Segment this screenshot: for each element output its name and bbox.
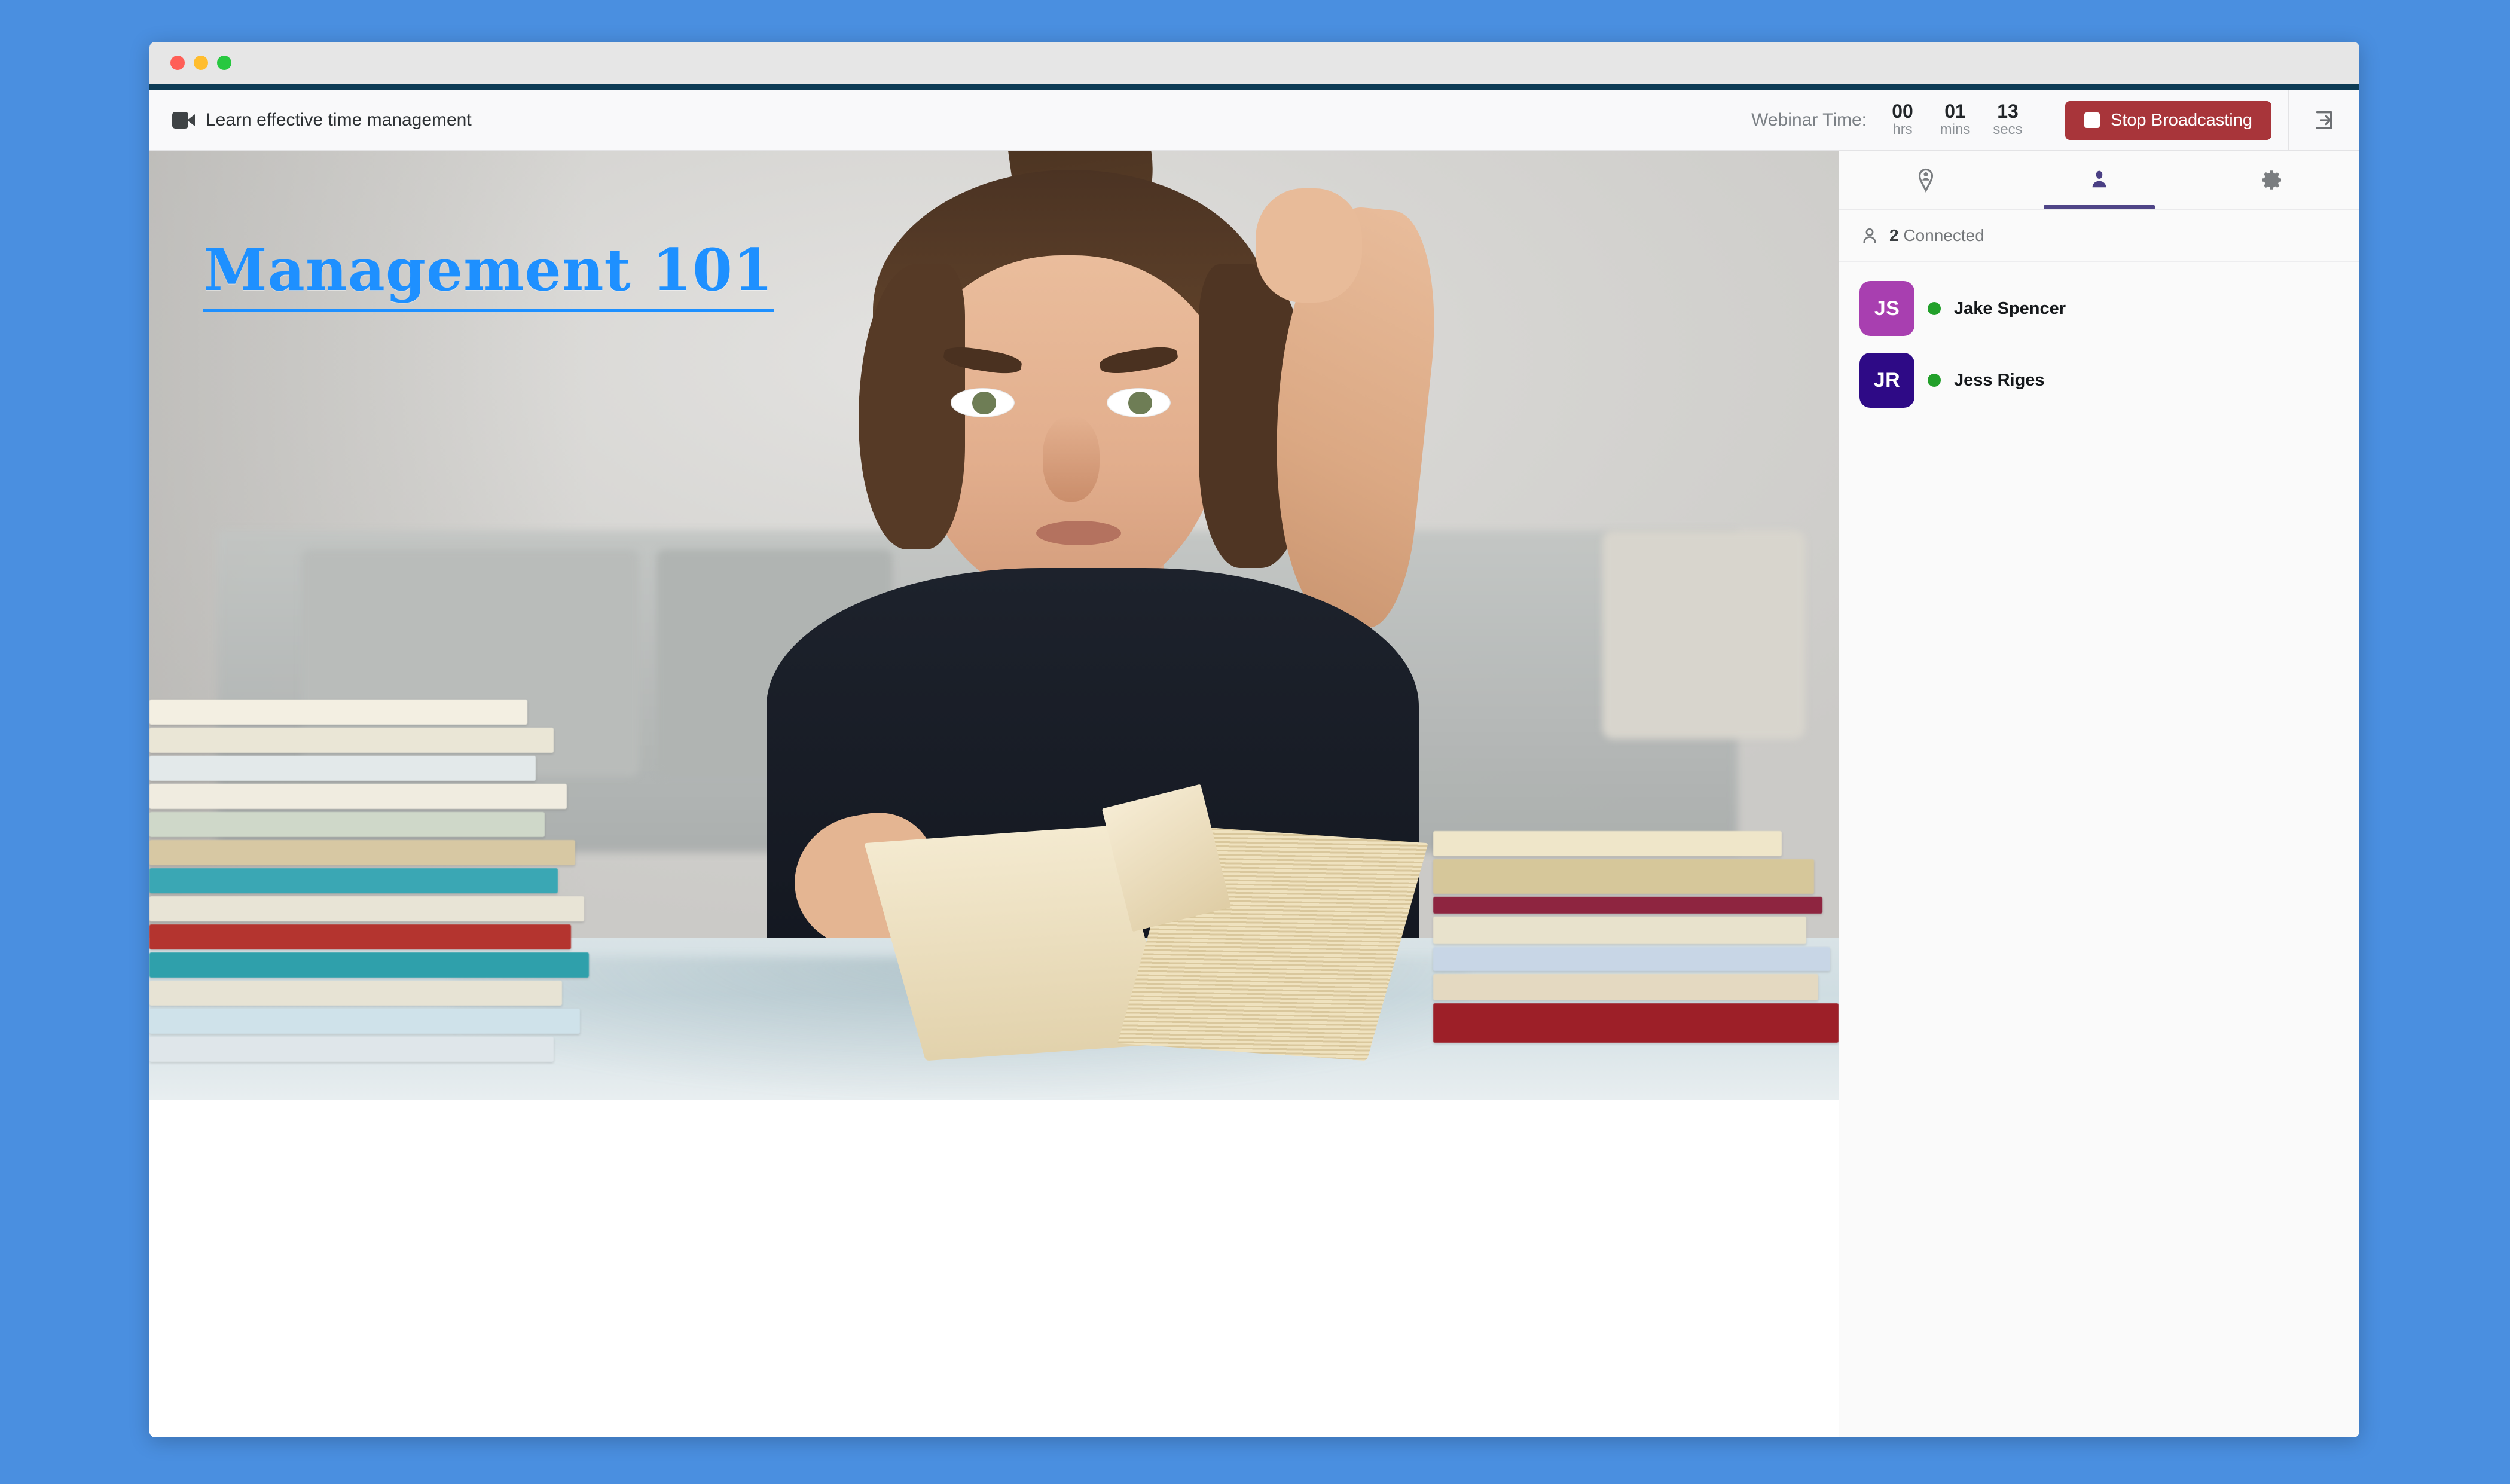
tab-profile[interactable]	[1839, 151, 2013, 209]
person-icon	[2092, 170, 2106, 188]
stop-square-icon	[2084, 112, 2100, 128]
participant-name: Jess Riges	[1954, 370, 2045, 390]
timer-seconds-unit: secs	[1993, 121, 2023, 138]
accent-strip	[149, 84, 2359, 90]
app-window: Learn effective time management Webinar …	[149, 42, 2359, 1437]
account-circle-icon	[1918, 168, 1934, 193]
timer-hours: 00 hrs	[1887, 100, 1918, 139]
timer-minutes-unit: mins	[1940, 121, 1971, 138]
window-traffic-lights	[170, 56, 231, 70]
presentation-stage: Management 101	[149, 151, 1839, 1437]
maximize-button[interactable]	[217, 56, 231, 70]
timer-hours-unit: hrs	[1892, 121, 1913, 138]
photo-open-book	[864, 784, 1428, 1061]
session-title-group: Learn effective time management	[149, 110, 1726, 130]
status-badge	[1928, 302, 1941, 315]
app-header: Learn effective time management Webinar …	[149, 90, 2359, 151]
connected-count-row: 2 Connected	[1839, 210, 2359, 262]
participant-name: Jake Spencer	[1954, 298, 2066, 318]
window-titlebar	[149, 42, 2359, 84]
right-sidebar: 2 Connected JS Jake Spencer JR Jess Rige…	[1839, 151, 2359, 1437]
stage-empty-area	[149, 1100, 1839, 1437]
slide-photo: Management 101	[149, 151, 1839, 1100]
timer-seconds-value: 13	[1997, 100, 2019, 122]
tab-settings[interactable]	[2186, 151, 2359, 209]
list-item[interactable]: JR Jess Riges	[1839, 344, 2359, 416]
status-badge	[1928, 374, 1941, 387]
avatar: JS	[1859, 281, 1914, 336]
broadcast-video[interactable]: Management 101	[149, 151, 1839, 1100]
photo-book-stack-right	[1433, 828, 1839, 1043]
session-title-text: Learn effective time management	[206, 110, 472, 130]
participant-list: JS Jake Spencer JR Jess Riges	[1839, 262, 2359, 416]
timer-minutes-value: 01	[1944, 100, 1966, 122]
minimize-button[interactable]	[194, 56, 208, 70]
exit-to-app-icon	[2316, 111, 2332, 129]
stop-broadcasting-label: Stop Broadcasting	[2111, 110, 2252, 130]
header-right-group: Webinar Time: 00 hrs 01 mins 13 secs Sto…	[1726, 90, 2359, 150]
sidebar-tabs	[1839, 151, 2359, 210]
exit-button[interactable]	[2288, 90, 2359, 150]
tab-participants[interactable]	[2013, 151, 2186, 209]
list-item[interactable]: JS Jake Spencer	[1839, 273, 2359, 344]
webinar-timer: Webinar Time: 00 hrs 01 mins 13 secs	[1726, 90, 2048, 150]
avatar: JR	[1859, 353, 1914, 408]
videocam-icon	[172, 112, 195, 129]
slide-title: Management 101	[203, 236, 774, 312]
broadcast-control-group: Stop Broadcasting	[2048, 90, 2288, 150]
main-content: Management 101 2 Connected JS Jake Spenc…	[149, 151, 2359, 1437]
timer-hours-value: 00	[1892, 100, 1913, 122]
webinar-timer-label: Webinar Time:	[1751, 110, 1867, 130]
person-outline-icon	[1863, 228, 1876, 243]
close-button[interactable]	[170, 56, 185, 70]
timer-seconds: 13 secs	[1992, 100, 2023, 139]
webinar-timer-units: 00 hrs 01 mins 13 secs	[1887, 100, 2023, 139]
connected-count-number: 2	[1889, 226, 1899, 245]
page-root: Learn effective time management Webinar …	[0, 0, 2510, 1484]
photo-book-stack-left	[149, 697, 589, 1062]
timer-minutes: 01 mins	[1940, 100, 1971, 139]
connected-count-text: 2 Connected	[1889, 226, 1984, 245]
gear-icon	[2262, 170, 2281, 190]
stop-broadcasting-button[interactable]: Stop Broadcasting	[2065, 100, 2271, 140]
connected-count-label: Connected	[1903, 226, 1984, 245]
